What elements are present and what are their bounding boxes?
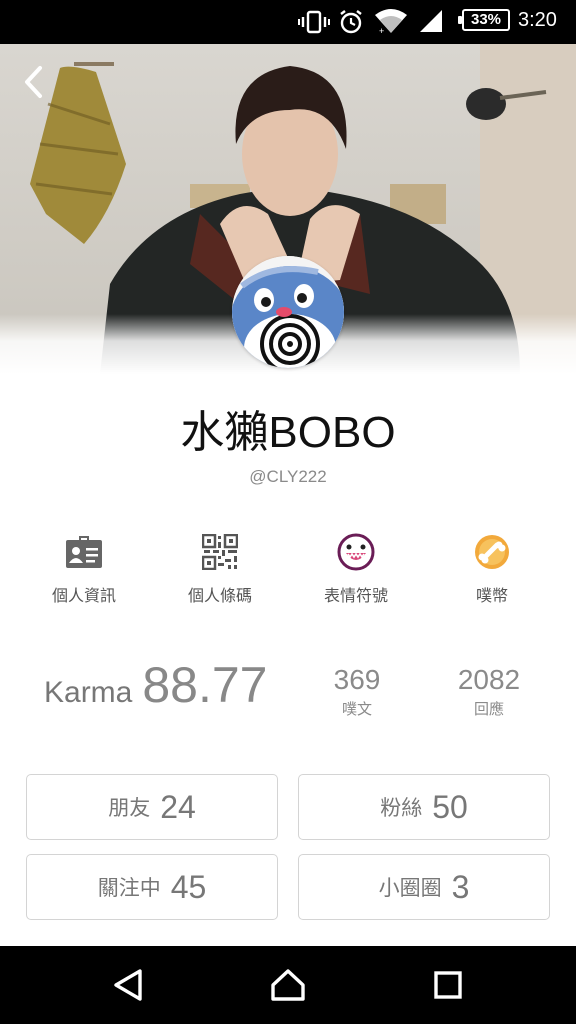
- signal-icon: [418, 0, 444, 44]
- posts-stat: 369 噗文: [297, 664, 417, 719]
- battery-icon: 33%: [458, 9, 510, 31]
- avatar[interactable]: [232, 256, 344, 368]
- avatar-image: [232, 256, 344, 368]
- action-coins[interactable]: 噗幣: [424, 532, 560, 612]
- back-button[interactable]: [14, 62, 54, 102]
- following-label: 關注中: [97, 876, 161, 900]
- fans-button[interactable]: 粉絲 50: [298, 774, 550, 840]
- fans-label: 粉絲: [380, 796, 423, 820]
- id-card-icon: [64, 532, 104, 572]
- profile-name: 水獺BOBO: [180, 408, 396, 457]
- action-emoticons[interactable]: 表情符號: [288, 532, 424, 612]
- nav-recents-button[interactable]: [418, 960, 478, 1010]
- profile-actions: 個人資訊 個人條碼 表情符號 噗幣: [16, 532, 560, 612]
- replies-stat: 2082 回應: [429, 664, 549, 719]
- nav-home-button[interactable]: [258, 960, 318, 1010]
- action-personal-info[interactable]: 個人資訊: [16, 532, 152, 612]
- qr-code-icon: [200, 532, 240, 572]
- action-label: 個人資訊: [51, 586, 116, 605]
- cliques-count: 3: [451, 868, 470, 905]
- following-button[interactable]: 關注中 45: [26, 854, 278, 920]
- action-personal-barcode[interactable]: 個人條碼: [152, 532, 288, 612]
- cliques-button[interactable]: 小圈圈 3: [298, 854, 550, 920]
- nav-back-button[interactable]: [98, 960, 158, 1010]
- recents-square-icon: [434, 971, 462, 999]
- vibrate-icon: [298, 0, 330, 44]
- alarm-icon: [338, 0, 364, 44]
- cliques-label: 小圈圈: [378, 876, 442, 900]
- svg-text:+: +: [379, 26, 384, 35]
- emoticon-icon: [336, 532, 376, 572]
- chevron-left-icon: [25, 66, 42, 98]
- friends-button[interactable]: 朋友 24: [26, 774, 278, 840]
- karma-value: 88.77: [142, 657, 268, 713]
- posts-label: 噗文: [341, 700, 372, 718]
- coin-icon: [472, 532, 512, 572]
- action-label: 個人條碼: [187, 586, 252, 605]
- following-count: 45: [170, 868, 207, 905]
- profile-handle: @CLY222: [249, 467, 327, 486]
- home-icon: [271, 969, 305, 1001]
- battery-percent: 33%: [470, 11, 502, 28]
- fans-count: 50: [432, 788, 468, 825]
- friends-count: 24: [160, 788, 196, 825]
- replies-label: 回應: [473, 700, 504, 718]
- status-bar: + 33% 3:20: [0, 0, 576, 44]
- status-clock: 3:20: [518, 9, 557, 31]
- friends-label: 朋友: [108, 796, 151, 820]
- action-label: 表情符號: [323, 586, 388, 605]
- action-label: 噗幣: [475, 586, 508, 605]
- karma-label: Karma: [44, 676, 133, 709]
- replies-count: 2082: [457, 664, 521, 695]
- navigation-bar: [0, 946, 576, 1024]
- karma-stat: Karma 88.77: [44, 656, 267, 716]
- posts-count: 369: [333, 664, 381, 695]
- wifi-icon: +: [374, 0, 408, 44]
- triangle-back-icon: [114, 969, 142, 1001]
